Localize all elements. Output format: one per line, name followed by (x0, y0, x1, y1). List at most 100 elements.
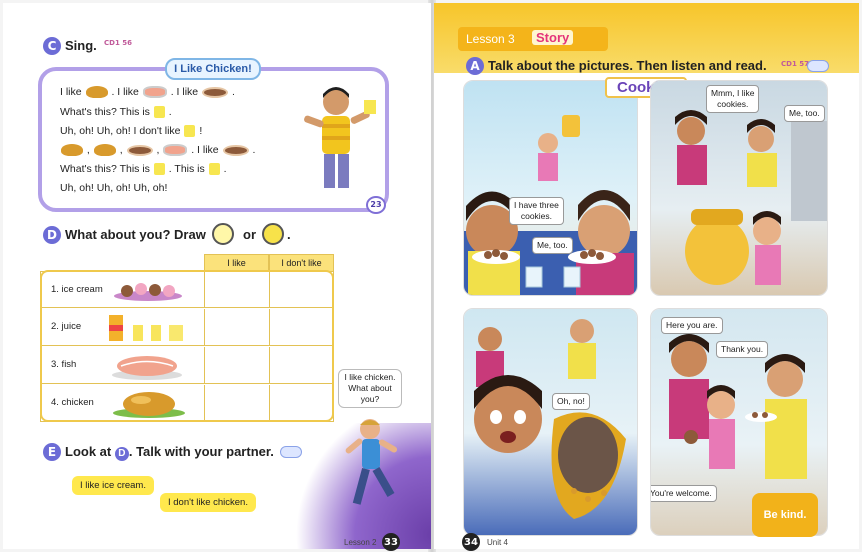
table-row: 1. ice cream (40, 271, 334, 308)
story-panel-2: Mmm, I like cookies. Me, too. (650, 80, 828, 296)
song-line-3: Uh, oh! Uh, oh! I don't like ! (60, 125, 203, 138)
left-footer-label: Lesson 2 (344, 538, 377, 547)
song-sticker-badge: 23 (366, 196, 386, 214)
table-row: 2. juice (40, 309, 334, 346)
food-label: 1. ice cream (51, 284, 103, 295)
panel-3-illustration (474, 319, 626, 519)
section-e-text: . Talk with your partner. (128, 444, 274, 459)
chicken-icon (85, 86, 108, 99)
cookies-icon (202, 86, 229, 98)
table-row: 3. fish (40, 347, 334, 384)
chicken-dish-icon (113, 392, 185, 418)
fish-dish-icon (112, 356, 182, 380)
song-text: . I like (170, 86, 199, 98)
speech-bubble-ice-cream: I like ice cream. (72, 476, 154, 495)
panel-4-bubble-1: Here you are. (661, 317, 723, 334)
smiley-face-icon (212, 223, 234, 245)
cd-track-icon[interactable]: CD1 57 (781, 60, 809, 68)
like-cell[interactable] (205, 272, 270, 307)
lesson-label: Lesson 3 (466, 32, 515, 46)
story-label: Story (532, 30, 574, 45)
chicken-icon (61, 144, 83, 157)
like-cell[interactable] (205, 347, 270, 383)
section-d-ref-badge: D (114, 447, 129, 461)
food-label: 4. chicken (51, 397, 94, 408)
story-panel-1: I have three cookies. Me, too. (463, 80, 638, 296)
food-cell: 4. chicken (41, 385, 205, 421)
food-label: 2. juice (51, 321, 82, 332)
fish-icon (142, 86, 167, 99)
song-text: , (86, 144, 90, 156)
table-row: 4. chicken (40, 385, 334, 422)
juice-icon (109, 315, 183, 341)
pair-work-icon (807, 60, 829, 72)
song-text: I like (60, 86, 82, 98)
speech-bubble-chicken: I don't like chicken. (160, 493, 256, 512)
cd-track-icon[interactable]: CD1 56 (104, 39, 132, 47)
right-page-number: 34 (462, 533, 480, 551)
song-text: . (232, 86, 235, 98)
like-cell[interactable] (205, 309, 270, 345)
left-page-number: 33 (382, 533, 400, 551)
cookies-icon (126, 144, 153, 156)
ice-cream-dish-icon (114, 283, 182, 301)
header-like: I like (204, 254, 269, 272)
song-text: ! (199, 125, 203, 137)
food-cell: 3. fish (41, 347, 205, 383)
section-e-badge: E (43, 443, 61, 461)
song-text: What's this? This is (60, 106, 150, 118)
song-line-5: What's this? This is . This is . (60, 163, 227, 176)
song-line-6: Uh, oh! Uh, oh! Uh, oh! (60, 182, 168, 194)
section-a-title: Talk about the pictures. Then listen and… (488, 58, 767, 73)
book-spread: C Sing. CD1 56 I Like Chicken! I like . … (0, 0, 862, 552)
section-e-text: Look at (65, 444, 112, 459)
food-cell: 2. juice (41, 309, 205, 345)
jumping-kid-illustration (345, 419, 398, 505)
frown-face-icon (262, 223, 284, 245)
panel-4-bubble-3: You're welcome. (651, 485, 717, 502)
header-dont-like: I don't like (269, 254, 334, 272)
cheese-icon (208, 163, 220, 176)
section-c-badge: C (43, 37, 61, 55)
panel-1-bubble-2: Me, too. (532, 237, 573, 254)
song-text: . This is (168, 163, 205, 175)
section-c-title: Sing. (65, 38, 97, 53)
dont-like-cell[interactable] (270, 309, 334, 345)
panel-3-bubble-1: Oh, no! (552, 393, 590, 410)
right-footer-label: Unit 4 (487, 538, 508, 547)
song-text: . (168, 106, 172, 118)
pair-work-icon (280, 446, 302, 458)
section-e-title: Look at D. Talk with your partner. (65, 444, 274, 461)
kid-speech-bubble: I like chicken. What about you? (338, 369, 402, 408)
food-cell: 1. ice cream (41, 272, 205, 307)
like-cell[interactable] (205, 385, 270, 421)
song-text: . (223, 163, 227, 175)
section-d-badge: D (43, 226, 61, 244)
song-text: . I like (111, 86, 139, 98)
song-text: , (119, 144, 123, 156)
song-line-4: , , , . I like . (60, 144, 255, 157)
dont-like-cell[interactable] (270, 272, 334, 307)
section-a-badge: A (466, 57, 484, 75)
table-header: I like I don't like (204, 254, 334, 272)
song-line-2: What's this? This is . (60, 106, 172, 119)
cookies-icon (222, 144, 249, 156)
section-d-period: . (287, 227, 291, 242)
panel-1-bubble-1: I have three cookies. (509, 197, 564, 225)
dont-like-cell[interactable] (270, 385, 334, 421)
section-d-or: or (243, 227, 256, 242)
panel-4-bubble-2: Thank you. (716, 341, 769, 358)
food-label: 3. fish (51, 359, 77, 370)
song-text: . I like (191, 144, 219, 156)
cheese-icon (184, 125, 196, 138)
panel-2-bubble-1: Mmm, I like cookies. (706, 85, 760, 113)
fish-icon (163, 144, 188, 157)
singing-boy-illustration (304, 87, 376, 188)
song-title: I Like Chicken! (165, 58, 261, 80)
value-badge: Be kind. (752, 493, 818, 537)
song-text: What's this? This is (60, 163, 150, 175)
dont-like-cell[interactable] (270, 347, 334, 383)
panel-1-illustration (464, 115, 637, 295)
cheese-icon (153, 163, 165, 176)
likes-table: I like I don't like 1. ice cream 2. juic… (40, 254, 334, 422)
